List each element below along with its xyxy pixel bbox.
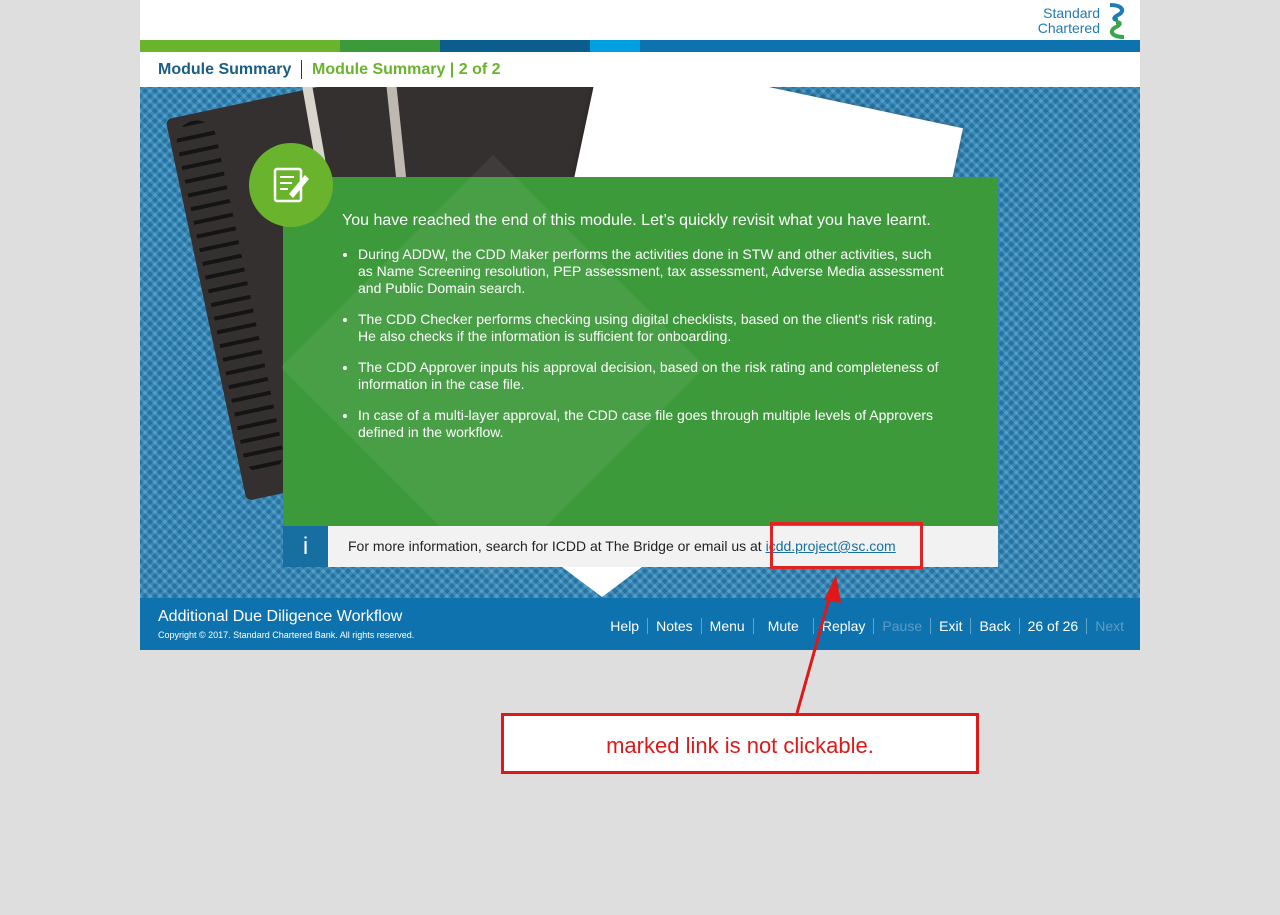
annotation-text: marked link is not clickable. [606,733,874,758]
annotation-arrow-icon [795,575,841,714]
annotation-box: marked link is not clickable. [501,713,979,774]
